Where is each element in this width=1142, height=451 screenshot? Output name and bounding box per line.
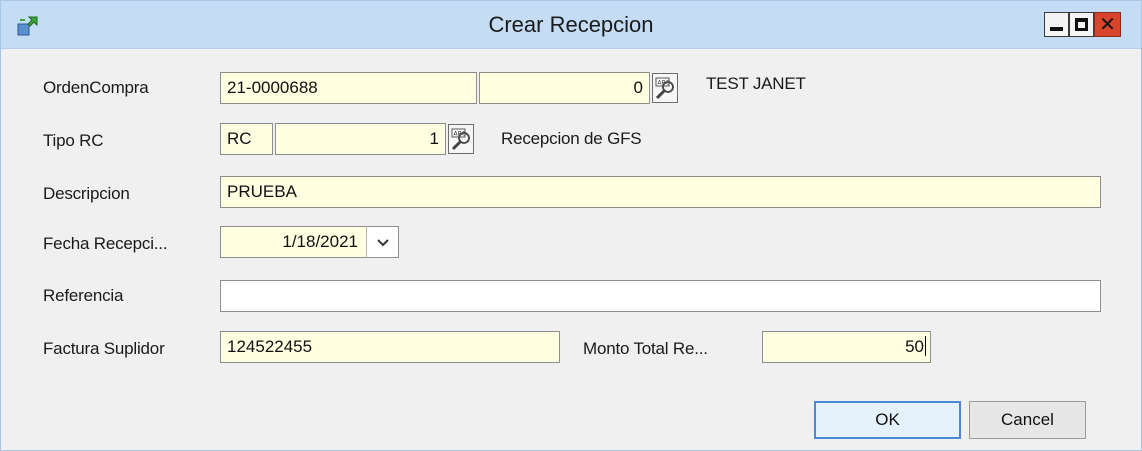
text-caret (925, 336, 926, 356)
fecha-recepcion-input[interactable]: 1/18/2021 (220, 226, 367, 258)
tipo-rc-lookup-button[interactable]: ABC (448, 124, 474, 154)
orden-compra-input[interactable]: 21-0000688 (220, 72, 477, 104)
maximize-icon (1075, 18, 1088, 31)
lookup-icon: ABC (655, 77, 674, 100)
monto-total-input[interactable]: 50 (762, 331, 931, 363)
descripcion-input[interactable]: PRUEBA (220, 176, 1101, 208)
ok-button[interactable]: OK (814, 401, 961, 439)
tipo-rc-code-input[interactable]: RC (220, 123, 273, 155)
referencia-label: Referencia (43, 286, 124, 305)
orden-compra-number-input[interactable]: 0 (479, 72, 650, 104)
cancel-button[interactable]: Cancel (969, 401, 1086, 439)
close-icon: ✕ (1099, 12, 1116, 36)
maximize-button[interactable] (1069, 12, 1094, 37)
orden-compra-description: TEST JANET (706, 74, 806, 93)
chevron-down-icon (377, 239, 389, 247)
tipo-rc-label: Tipo RC (43, 131, 104, 150)
orden-compra-lookup-button[interactable]: ABC (652, 73, 678, 103)
factura-suplidor-input[interactable]: 124522455 (220, 331, 560, 363)
minimize-button[interactable] (1044, 12, 1069, 37)
lookup-icon: ABC (451, 128, 470, 151)
factura-suplidor-label: Factura Suplidor (43, 339, 165, 358)
referencia-input[interactable] (220, 280, 1101, 312)
dialog-window: Crear Recepcion ✕ OrdenCompra 21-0000688… (0, 0, 1142, 451)
descripcion-label: Descripcion (43, 184, 130, 203)
monto-total-value: 50 (905, 337, 924, 356)
monto-total-label: Monto Total Re... (583, 339, 708, 358)
tipo-rc-description: Recepcion de GFS (501, 129, 642, 148)
fecha-recepcion-dropdown-button[interactable] (366, 226, 399, 258)
tipo-rc-number-input[interactable]: 1 (275, 123, 446, 155)
minimize-icon (1050, 27, 1063, 31)
orden-compra-label: OrdenCompra (43, 78, 149, 97)
title-bar[interactable]: Crear Recepcion ✕ (1, 1, 1141, 49)
close-button[interactable]: ✕ (1094, 12, 1121, 37)
fecha-recepcion-label: Fecha Recepci... (43, 234, 168, 253)
window-title: Crear Recepcion (488, 12, 654, 37)
